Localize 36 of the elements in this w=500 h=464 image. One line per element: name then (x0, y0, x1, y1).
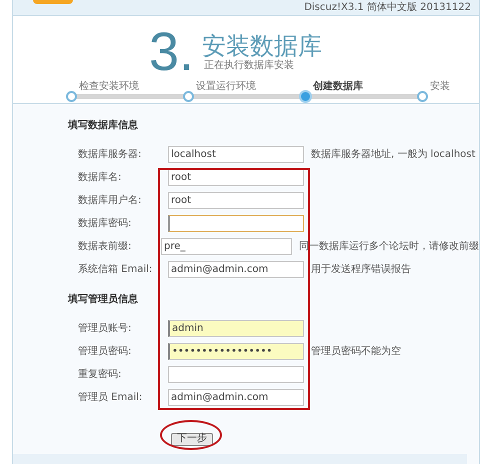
step-label: 设置运行环境 (196, 81, 256, 93)
input-field[interactable]: admin@admin.com (168, 261, 304, 278)
section-heading: 填写管理员信息 (68, 294, 138, 306)
field-label: 数据库用户名: (78, 194, 142, 208)
input-field[interactable]: localhost (168, 146, 304, 163)
input-field[interactable]: root (168, 192, 304, 209)
field-label: 管理员密码: (78, 344, 132, 359)
input-field[interactable] (168, 366, 304, 383)
step-label: 安装 (430, 81, 450, 93)
step-label: 检查安装环境 (79, 81, 139, 93)
field-label: 数据库密码: (78, 216, 132, 231)
input-field[interactable]: root (168, 169, 304, 186)
logo-icon (33, 0, 73, 4)
field-label: 数据库名: (78, 170, 122, 185)
step-number: 3. (149, 26, 194, 80)
section-heading: 填写数据库信息 (68, 120, 138, 132)
input-field[interactable]: ••••••••••••••••• (168, 343, 304, 360)
page-title: 安装数据库 (202, 32, 322, 60)
field-label: 管理员 Email: (78, 391, 144, 405)
field-label: 重复密码: (78, 368, 122, 382)
input-field[interactable] (168, 215, 304, 232)
input-field[interactable]: pre_ (161, 238, 292, 255)
input-field[interactable]: admin@admin.com (168, 389, 304, 406)
highlight-ellipse (160, 420, 222, 450)
version-label: Discuz!X3.1 简体中文版 20131122 (304, 2, 471, 12)
field-label: 系统信箱 Email: (78, 262, 154, 277)
field-hint: 管理员密码不能为空 (311, 344, 401, 359)
input-field[interactable]: admin (168, 320, 304, 337)
next-button[interactable]: 下一步 (171, 432, 213, 446)
field-label: 数据库服务器: (78, 148, 142, 162)
field-label: 数据表前缀: (78, 240, 132, 254)
page-subtitle: 正在执行数据库安装 (204, 60, 296, 72)
field-hint: 数据库服务器地址, 一般为 localhost (311, 148, 476, 162)
step-label: 创建数据库 (313, 81, 363, 93)
field-hint: 用于发送程序错误报告 (311, 262, 411, 277)
field-label: 管理员账号: (78, 322, 132, 336)
